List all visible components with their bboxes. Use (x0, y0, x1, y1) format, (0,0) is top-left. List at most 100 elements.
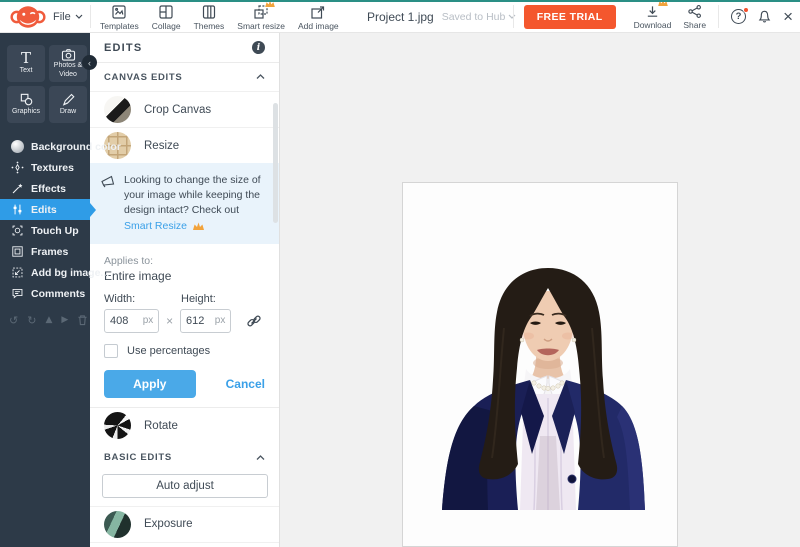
project-title-group: Project 1.jpg Saved to Hub (367, 0, 516, 33)
toolbar-divider (90, 5, 91, 28)
panel-scrollbar[interactable] (273, 103, 278, 223)
history-toolbar: ↺ ↻ ▲ ▶ (0, 314, 90, 326)
text-icon: T (21, 51, 31, 66)
canvas[interactable] (402, 182, 678, 547)
width-unit: px (143, 315, 154, 326)
nav-label: Background color (31, 141, 121, 153)
cancel-button[interactable]: Cancel (226, 377, 265, 391)
add-image-button[interactable]: Add image (296, 4, 341, 31)
redo-icon[interactable]: ↻ (27, 315, 36, 326)
themes-button[interactable]: Themes (192, 4, 227, 31)
camera-icon (61, 48, 76, 61)
toolbar-divider (513, 5, 514, 28)
width-input[interactable] (110, 315, 136, 327)
templates-label: Templates (100, 21, 139, 31)
colors-row[interactable]: Colors (90, 542, 279, 547)
sidebar-tile-draw[interactable]: Draw (49, 86, 87, 123)
free-trial-button[interactable]: FREE TRIAL (524, 5, 616, 29)
sidebar-item-effects[interactable]: Effects (0, 178, 90, 199)
picmonkey-logo[interactable] (9, 3, 47, 31)
templates-button[interactable]: Templates (98, 4, 141, 31)
sidebar-item-edits[interactable]: Edits (0, 199, 90, 220)
tile-label: Draw (60, 108, 76, 116)
chevron-up-icon (256, 74, 265, 80)
height-label: Height: (181, 293, 216, 305)
row-label: Crop Canvas (144, 104, 211, 116)
lock-aspect-ratio-button[interactable] (243, 310, 265, 332)
saved-status-label: Saved to Hub (442, 11, 506, 23)
rotate-row[interactable]: Rotate (90, 408, 279, 444)
file-menu[interactable]: File (53, 0, 83, 33)
download-button[interactable]: Download (634, 3, 672, 30)
file-menu-label: File (53, 11, 71, 23)
download-label: Download (634, 20, 672, 30)
width-label: Width: (104, 293, 181, 305)
section-label: BASIC EDITS (104, 452, 172, 463)
edits-panel: EDITS i CANVAS EDITS Crop Canvas Resize … (90, 33, 280, 547)
smart-resize-tip: Looking to change the size of your image… (90, 163, 279, 244)
apply-button[interactable]: Apply (104, 370, 196, 398)
help-icon[interactable]: ? (731, 9, 746, 24)
download-icon (644, 3, 661, 19)
sidebar-item-comments[interactable]: Comments (0, 283, 90, 304)
add-image-icon (310, 4, 327, 20)
portrait-photo[interactable] (434, 266, 650, 510)
share-button[interactable]: Share (683, 3, 706, 30)
picmonkey-editor: File Templates Collage (0, 0, 800, 547)
use-percentages-label: Use percentages (127, 345, 210, 357)
use-percentages-checkbox[interactable] (104, 344, 118, 358)
shapes-icon (19, 92, 34, 107)
tip-text: Looking to change the size of your image… (124, 174, 261, 216)
megaphone-icon (100, 173, 116, 188)
sidebar-item-add-bg-image[interactable]: Add bg image... (0, 262, 90, 283)
trash-icon[interactable] (77, 314, 88, 326)
applies-to-block: Applies to: Entire image (90, 244, 279, 283)
row-label: Resize (144, 140, 179, 152)
toolbar-divider (718, 5, 719, 28)
themes-icon (200, 4, 217, 20)
nav-label: Comments (31, 288, 85, 300)
flip-icon[interactable]: ▲ (45, 316, 52, 325)
canvas-workspace[interactable] (280, 33, 800, 547)
nav-label: Frames (31, 246, 68, 258)
collage-icon (158, 4, 175, 20)
bell-icon[interactable] (757, 9, 772, 24)
top-accent-strip (0, 0, 800, 2)
height-input[interactable] (186, 315, 212, 327)
close-icon[interactable]: × (783, 8, 793, 25)
saved-status[interactable]: Saved to Hub (442, 11, 517, 23)
sidebar-item-textures[interactable]: Textures (0, 157, 90, 178)
sidebar-item-touch-up[interactable]: Touch Up (0, 220, 90, 241)
play-icon[interactable]: ▶ (61, 316, 68, 325)
info-icon[interactable]: i (252, 41, 265, 54)
row-label: Rotate (144, 420, 178, 432)
chain-link-icon (246, 313, 262, 329)
collage-button[interactable]: Collage (150, 4, 183, 31)
nav-label: Edits (31, 204, 57, 216)
canvas-edits-section-header[interactable]: CANVAS EDITS (90, 63, 279, 91)
smart-resize-link[interactable]: Smart Resize (124, 220, 187, 232)
topbar-right-group: FREE TRIAL Download (513, 0, 793, 33)
panel-header: EDITS i (90, 33, 279, 63)
utility-icons: ? × (731, 8, 793, 25)
multiply-sign: × (159, 314, 180, 328)
top-toolbar: File Templates Collage (0, 0, 800, 33)
smart-resize-button[interactable]: Smart resize (235, 4, 287, 31)
share-label: Share (683, 20, 706, 30)
sidebar-item-frames[interactable]: Frames (0, 241, 90, 262)
templates-icon (111, 4, 128, 20)
crop-canvas-row[interactable]: Crop Canvas (90, 91, 279, 127)
sidebar-item-background-color[interactable]: Background color (0, 136, 90, 157)
use-percentages-row[interactable]: Use percentages (104, 344, 265, 358)
nav-label: Effects (31, 183, 66, 195)
collapse-panel-button[interactable]: ‹ (82, 55, 97, 70)
sidebar-tile-text[interactable]: T Text (7, 45, 45, 82)
undo-icon[interactable]: ↺ (9, 315, 18, 326)
dimensions-block: Width: Height: px × px (90, 283, 279, 333)
row-label: Exposure (144, 518, 193, 530)
sidebar-tile-graphics[interactable]: Graphics (7, 86, 45, 123)
applies-to-value: Entire image (104, 269, 265, 283)
exposure-row[interactable]: Exposure (90, 506, 279, 542)
basic-edits-section-header[interactable]: BASIC EDITS (90, 444, 279, 472)
auto-adjust-button[interactable]: Auto adjust (102, 474, 268, 498)
